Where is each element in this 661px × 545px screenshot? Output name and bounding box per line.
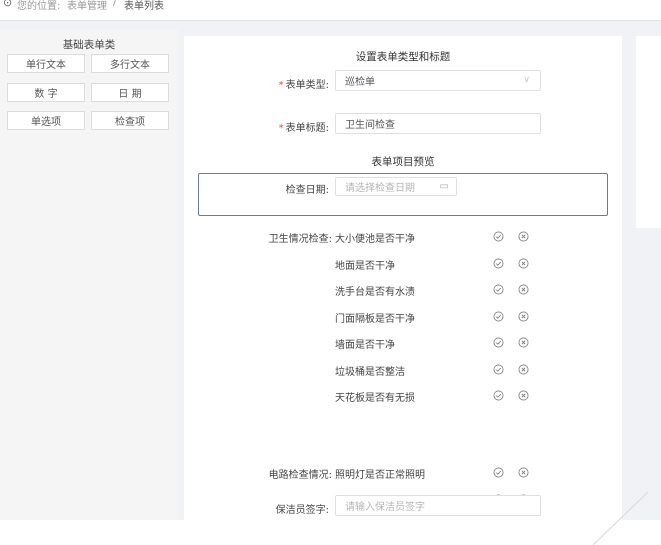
breadcrumb-link-form-management[interactable]: 表单管理 — [67, 0, 107, 12]
check-circle-icon[interactable] — [493, 258, 504, 269]
component-palette: 基础表单类 单行文本 多行文本 数 字 日 期 单选项 检查项 — [0, 30, 178, 520]
check-group-label: 电路检查情况: — [268, 470, 332, 481]
chevron-down-icon: ∨ — [523, 75, 530, 85]
check-item-label: 大小便池是否干净 — [335, 234, 415, 245]
check-date-label: 检查日期: — [285, 185, 329, 196]
palette-item-multi-line-text[interactable]: 多行文本 — [91, 54, 169, 73]
breadcrumb: ⊙ 您的位置: 表单管理 / 表单列表 — [0, 0, 661, 21]
footer-area — [0, 520, 661, 545]
close-circle-icon[interactable] — [518, 337, 529, 348]
check-circle-icon[interactable] — [493, 390, 504, 401]
palette-item-single-choice[interactable]: 单选项 — [7, 111, 85, 130]
check-group-label: 卫生情况检查: — [268, 234, 332, 245]
check-item-label: 洗手台是否有水渍 — [335, 287, 415, 298]
preview-section-title: 表单项目预览 — [371, 156, 435, 168]
breadcrumb-separator: / — [113, 0, 117, 8]
check-date-picker[interactable]: 请选择检查日期 ▭ — [335, 177, 457, 196]
close-circle-icon[interactable] — [518, 364, 529, 375]
check-date-placeholder: 请选择检查日期 — [345, 183, 415, 194]
form-type-label: * 表单类型: — [278, 80, 329, 91]
close-circle-icon[interactable] — [518, 231, 529, 242]
check-item-label: 地面是否干净 — [335, 260, 395, 272]
calendar-icon: ▭ — [439, 181, 449, 192]
palette-item-number[interactable]: 数 字 — [7, 83, 85, 102]
check-circle-icon[interactable] — [493, 311, 504, 322]
check-item-label: 天花板是否有无损 — [335, 393, 415, 404]
signature-placeholder: 请输入保洁员签字 — [345, 502, 425, 513]
settings-section-title: 设置表单类型和标题 — [355, 51, 451, 63]
signature-input[interactable]: 请输入保洁员签字 — [335, 495, 541, 516]
check-circle-icon[interactable] — [493, 364, 504, 375]
check-circle-icon[interactable] — [493, 284, 504, 295]
breadcrumb-prefix: 您的位置: — [17, 1, 61, 12]
check-item-label: 照明灯是否正常照明 — [335, 470, 425, 481]
check-item-label: 门面隔板是否干净 — [335, 313, 415, 325]
check-item-label: 垃圾桶是否整洁 — [335, 366, 405, 378]
breadcrumb-current: 表单列表 — [124, 1, 164, 12]
right-panel — [636, 36, 661, 228]
close-circle-icon[interactable] — [518, 390, 529, 401]
palette-item-check-item[interactable]: 检查项 — [91, 111, 169, 130]
close-circle-icon[interactable] — [518, 284, 529, 295]
check-item-label: 墙面是否干净 — [335, 340, 395, 351]
close-circle-icon[interactable] — [518, 311, 529, 322]
location-pin-icon: ⊙ — [3, 0, 13, 9]
palette-item-date[interactable]: 日 期 — [91, 83, 169, 102]
palette-title: 基础表单类 — [62, 39, 116, 51]
close-circle-icon[interactable] — [518, 467, 529, 478]
form-type-value: 巡检单 — [345, 77, 375, 88]
palette-item-single-line-text[interactable]: 单行文本 — [7, 54, 85, 73]
form-title-value: 卫生间检查 — [345, 120, 395, 131]
close-circle-icon[interactable] — [518, 258, 529, 269]
form-designer-panel: 设置表单类型和标题 * 表单类型: 巡检单 ∨ * 表单标题: 卫生间检查 表单项目… — [184, 36, 622, 520]
form-type-select[interactable]: 巡检单 ∨ — [335, 70, 541, 91]
check-circle-icon[interactable] — [493, 231, 504, 242]
signature-label: 保洁员签字: — [275, 505, 329, 516]
form-title-label: * 表单标题: — [278, 123, 329, 134]
check-circle-icon[interactable] — [493, 337, 504, 348]
check-circle-icon[interactable] — [493, 467, 504, 478]
form-title-input[interactable]: 卫生间检查 — [335, 113, 541, 134]
